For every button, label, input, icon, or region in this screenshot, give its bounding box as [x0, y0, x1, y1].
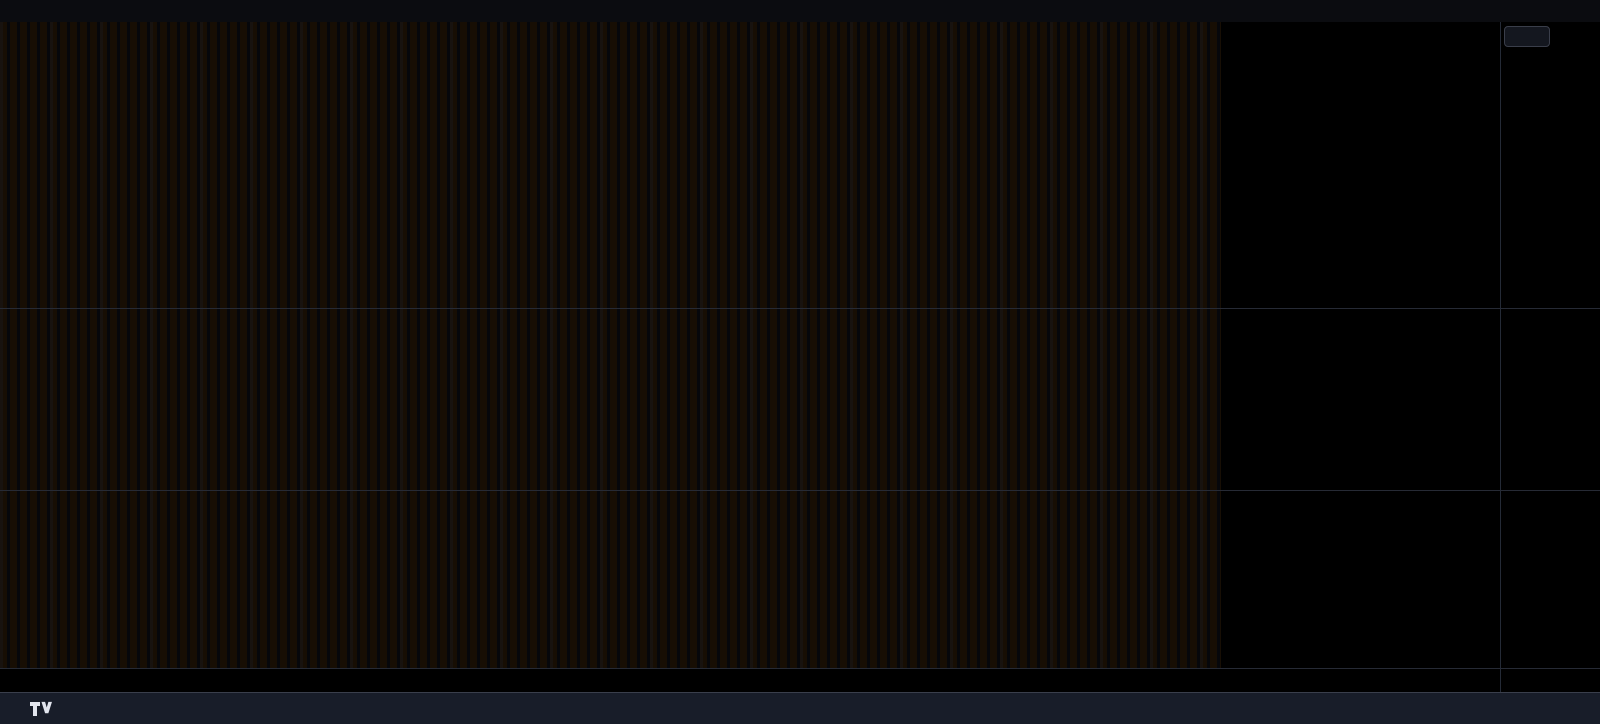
time-axis[interactable] — [0, 668, 1600, 692]
pane-separator-rsi-macd[interactable] — [0, 490, 1600, 491]
usd-currency-button[interactable] — [1504, 26, 1550, 47]
pane-separator-price-rsi[interactable] — [0, 308, 1600, 309]
chart-panes[interactable] — [0, 22, 1600, 692]
tradingview-logo-icon[interactable] — [30, 701, 52, 717]
price-scale-border — [1500, 22, 1501, 692]
tradingview-published-chart — [0, 0, 1600, 724]
pane-separator-macd-timeaxis — [0, 668, 1600, 669]
symbol-legend — [10, 27, 17, 41]
publish-attribution-bar — [0, 0, 1600, 22]
footer-bar — [0, 692, 1600, 724]
